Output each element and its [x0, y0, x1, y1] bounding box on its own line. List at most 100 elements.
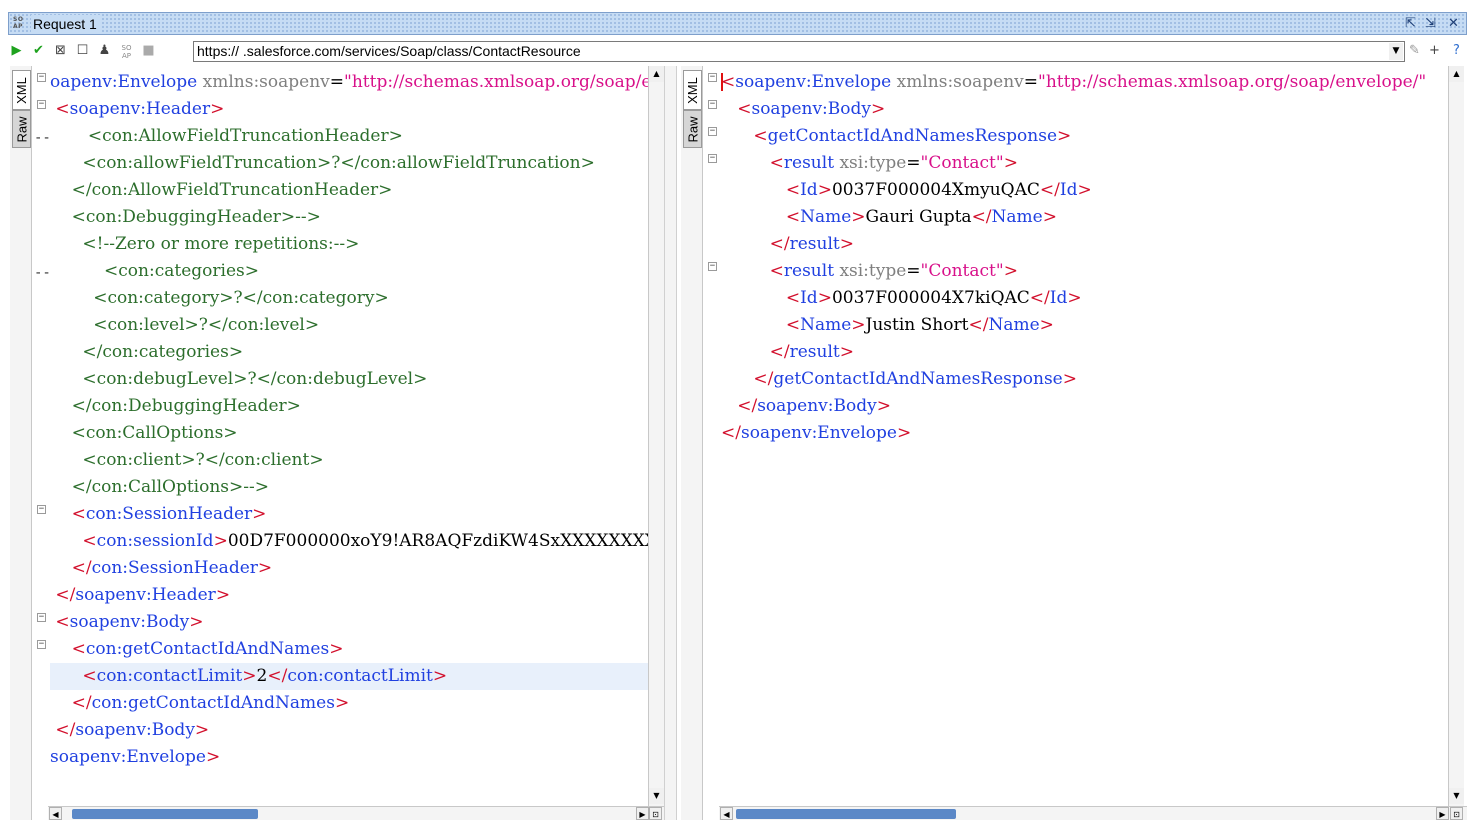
xml-token: oapenv:Envelope	[50, 72, 198, 92]
request-hscroll-thumb[interactable]	[72, 809, 258, 819]
xml-token: >	[257, 558, 273, 578]
stop-icon[interactable]: ⊠	[52, 42, 69, 60]
request-xml-editor[interactable]: − oapenv:Envelope xmlns:soapenv="http://s…	[34, 66, 648, 806]
fold-toggle-icon[interactable]: −	[37, 505, 46, 514]
xml-token: </	[50, 693, 92, 713]
scroll-right-icon[interactable]: ▶	[636, 807, 649, 820]
request-code-line: soapenv:Envelope>	[50, 744, 648, 771]
xml-token: <con:allowFieldTruncation>?</con:allowFi…	[50, 153, 595, 173]
fold-toggle-icon[interactable]: −	[708, 127, 717, 136]
xml-token: <con:CallOptions>	[50, 423, 238, 443]
response-vertical-scrollbar[interactable]: ▲ ▼	[1448, 66, 1464, 806]
xml-token: "http://schemas.xmlsoap.org/soap/envelop…	[1038, 72, 1427, 92]
play-icon[interactable]: ▶	[8, 42, 25, 60]
scroll-up-icon[interactable]: ▲	[649, 66, 664, 82]
help-icon[interactable]: ?	[1448, 42, 1465, 60]
endpoint-url-text: https:// .salesforce.com/services/Soap/c…	[197, 43, 581, 59]
request-code-line: <con:categories>	[50, 258, 648, 285]
request-code-line: <soapenv:Header>	[50, 96, 648, 123]
xml-token: </	[50, 585, 76, 605]
xml-token: <	[50, 639, 86, 659]
xml-token: >	[215, 585, 231, 605]
xml-token: <con:client>?</con:client>	[50, 450, 324, 470]
scroll-down-icon[interactable]: ▼	[649, 788, 664, 804]
response-code-line: <Name>Gauri Gupta</Name>	[721, 204, 1448, 231]
xml-token: </	[721, 234, 790, 254]
xml-token: con:SessionHeader	[91, 558, 258, 578]
request-code-line: <con:client>?</con:client>	[50, 447, 648, 474]
add-icon[interactable]: +	[1426, 42, 1443, 60]
fold-toggle-icon[interactable]: −	[708, 100, 717, 109]
close-icon[interactable]: ✕	[1445, 15, 1462, 32]
response-code-line: <result xsi:type="Contact">	[721, 150, 1448, 177]
xml-token: >	[252, 504, 267, 524]
endpoint-url-field[interactable]: https:// .salesforce.com/services/Soap/c…	[193, 41, 1405, 62]
xml-token: Name	[800, 207, 852, 227]
response-xml-editor[interactable]: − <soapenv:Envelope xmlns:soapenv="http:/…	[705, 66, 1448, 806]
square-icon[interactable]: ☐	[74, 42, 91, 60]
request-vertical-scrollbar[interactable]: ▲ ▼	[648, 66, 664, 806]
xml-token: </con:DebuggingHeader>	[50, 396, 301, 416]
response-hscroll-thumb[interactable]	[736, 809, 956, 819]
xml-token: >	[851, 315, 866, 335]
scroll-left-icon[interactable]: ◀	[49, 807, 62, 820]
response-code-line: </soapenv:Body>	[721, 393, 1448, 420]
xml-token: >	[876, 396, 891, 416]
fold-toggle-icon[interactable]: −	[708, 154, 717, 163]
fold-gutter	[705, 66, 721, 806]
xml-token: </con:categories>	[50, 342, 244, 362]
tab-raw[interactable]: Raw	[683, 110, 702, 148]
request-side-tabs: XML Raw	[10, 66, 32, 820]
scroll-up-icon[interactable]: ▲	[1449, 66, 1464, 82]
xml-token: 00D7F000000xoY9!AR8AQFzdiKW4SxXXXXXXXXXX	[227, 531, 648, 551]
xml-token: result	[789, 342, 840, 362]
fold-toggle-icon[interactable]: −	[708, 262, 717, 271]
scroll-right-icon[interactable]: ▶	[1436, 807, 1449, 820]
tab-xml[interactable]: XML	[683, 70, 702, 110]
xml-token: >	[851, 207, 866, 227]
chevron-down-icon[interactable]: ▼	[1389, 43, 1403, 60]
request-horizontal-scrollbar[interactable]: ◀ ▶ ⊡	[48, 806, 664, 820]
xml-token: con:contactLimit	[287, 666, 433, 686]
xml-token: >	[432, 666, 448, 686]
request-code-line: <!--Zero or more repetitions:-->	[50, 231, 648, 258]
fold-toggle-icon[interactable]: −	[37, 73, 46, 82]
xml-token: </	[50, 720, 76, 740]
fold-toggle-icon[interactable]: −	[708, 73, 717, 82]
xml-token: result	[789, 234, 840, 254]
fold-toggle-icon[interactable]: −	[37, 640, 46, 649]
soap-logo-icon: SO AP	[13, 16, 24, 30]
fold-toggle-icon[interactable]: −	[37, 613, 46, 622]
xml-token: xmlns:soapenv	[896, 72, 1024, 92]
minimize-icon[interactable]: ⇲	[1422, 15, 1439, 32]
zoom-icon[interactable]: ⊡	[1450, 807, 1463, 820]
xml-token: >	[210, 99, 225, 119]
xml-token: <	[721, 207, 801, 227]
response-code-line: <Id>0037F000004XmyuQAC</Id>	[721, 177, 1448, 204]
split-divider[interactable]	[664, 66, 677, 820]
xml-token: >	[839, 234, 854, 254]
soap-icon[interactable]: SO AP	[118, 42, 135, 60]
request-code-line: <con:CallOptions>	[50, 420, 648, 447]
xml-token: con:contactLimit	[96, 666, 243, 686]
xml-token: result	[783, 153, 835, 173]
xml-token: Id	[1059, 180, 1078, 200]
scroll-down-icon[interactable]: ▼	[1449, 788, 1464, 804]
fold-toggle-icon[interactable]: −	[37, 100, 46, 109]
xml-token: >	[1067, 288, 1082, 308]
xml-token: </con:AllowFieldTruncationHeader>	[50, 180, 393, 200]
restore-icon[interactable]: ⇱	[1402, 15, 1419, 32]
edit-endpoint-icon[interactable]: ✎	[1406, 42, 1423, 60]
xml-token: =	[1023, 72, 1039, 92]
check-icon[interactable]: ✔	[30, 42, 47, 60]
xml-token: =	[906, 261, 921, 281]
scroll-left-icon[interactable]: ◀	[720, 807, 733, 820]
response-horizontal-scrollbar[interactable]: ◀ ▶ ⊡	[719, 806, 1467, 820]
tab-raw[interactable]: Raw	[12, 110, 31, 148]
gray-square-icon[interactable]: ■	[140, 42, 157, 60]
xml-token: </	[721, 396, 758, 416]
user-icon[interactable]: ♟	[96, 42, 113, 60]
tab-xml[interactable]: XML	[12, 70, 31, 110]
xml-token: soapenv:Body	[69, 612, 190, 632]
zoom-icon[interactable]: ⊡	[649, 807, 662, 820]
